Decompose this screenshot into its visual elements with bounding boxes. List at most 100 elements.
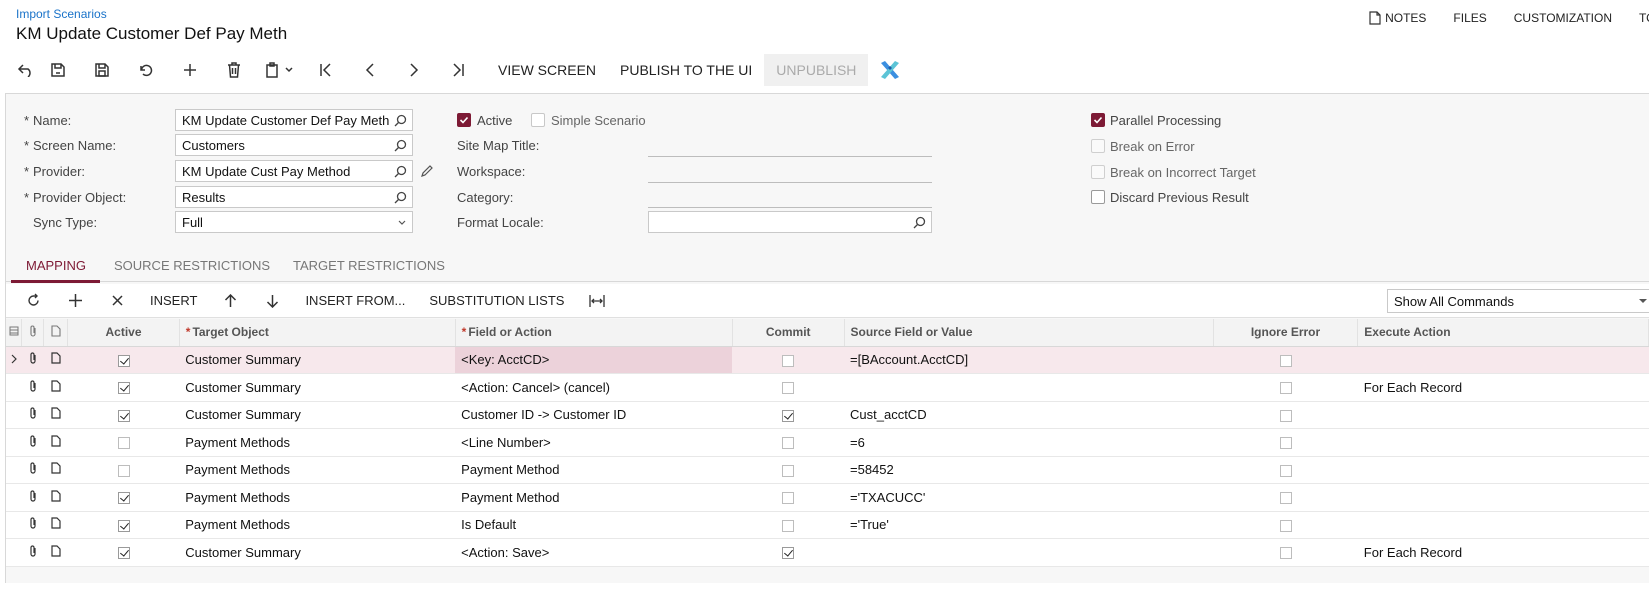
site-map-title-field[interactable] — [648, 156, 932, 157]
source-field-cell[interactable]: Cust_acctCD — [844, 401, 1214, 429]
header-ignore-error[interactable]: Ignore Error — [1213, 319, 1359, 347]
ignore-error-checkbox[interactable] — [1279, 437, 1292, 450]
note-icon[interactable] — [51, 435, 61, 447]
active-cell[interactable] — [67, 483, 180, 512]
break-on-incorrect-target-checkbox[interactable] — [1091, 165, 1105, 179]
grid-settings-icon[interactable] — [9, 326, 19, 336]
refresh-button[interactable] — [12, 286, 54, 316]
row-files-cell[interactable] — [21, 373, 44, 402]
row-notes-cell[interactable] — [43, 373, 68, 402]
header-target-object[interactable]: * Target Object — [179, 319, 456, 347]
ignore-error-cell[interactable] — [1213, 511, 1358, 539]
save-close-button[interactable] — [36, 54, 80, 86]
commit-cell[interactable] — [732, 538, 844, 567]
commit-cell[interactable] — [732, 428, 844, 457]
view-screen-button[interactable]: VIEW SCREEN — [486, 54, 608, 86]
row-notes-cell[interactable] — [43, 511, 68, 539]
last-record-button[interactable] — [436, 54, 480, 86]
header-field-or-action[interactable]: * Field or Action — [455, 319, 733, 347]
paperclip-icon[interactable] — [29, 545, 37, 557]
header-active[interactable]: Active — [67, 319, 180, 347]
tab-mapping[interactable]: MAPPING — [26, 258, 86, 273]
commit-cell[interactable] — [732, 346, 844, 374]
copy-paste-button[interactable] — [256, 54, 304, 86]
simple-scenario-checkbox[interactable] — [531, 113, 545, 127]
commit-cell[interactable] — [732, 456, 844, 484]
commit-checkbox[interactable] — [782, 547, 795, 560]
commit-checkbox[interactable] — [782, 437, 795, 450]
tools-link[interactable]: TOOLS — [1639, 11, 1649, 25]
field-or-action-cell[interactable]: <Line Number> — [455, 428, 733, 457]
format-locale-field[interactable] — [648, 211, 932, 233]
target-object-cell[interactable]: Payment Methods — [179, 428, 456, 457]
ignore-error-checkbox[interactable] — [1279, 464, 1292, 477]
category-field[interactable] — [648, 207, 932, 208]
field-or-action-cell[interactable]: Customer ID -> Customer ID — [455, 401, 733, 429]
header-commit[interactable]: Commit — [732, 319, 845, 347]
active-cell[interactable] — [67, 346, 180, 374]
commit-cell[interactable] — [732, 373, 844, 402]
paperclip-icon[interactable] — [29, 490, 37, 502]
move-up-button[interactable] — [209, 286, 251, 316]
active-cell[interactable] — [67, 456, 180, 484]
header-source-field[interactable]: Source Field or Value — [844, 319, 1214, 347]
field-or-action-cell[interactable]: Payment Method — [455, 456, 733, 484]
active-checkbox[interactable] — [117, 382, 130, 395]
table-row[interactable]: Payment Methods Is Default ='True' — [6, 511, 1649, 539]
row-files-cell[interactable] — [21, 456, 44, 484]
source-field-cell[interactable]: ='True' — [844, 511, 1214, 539]
ignore-error-checkbox[interactable] — [1279, 547, 1292, 560]
source-field-cell[interactable] — [844, 538, 1214, 567]
break-on-error-checkbox[interactable] — [1091, 139, 1105, 153]
target-object-cell[interactable]: Customer Summary — [179, 373, 456, 402]
table-row[interactable]: Customer Summary <Action: Cancel> (cancel… — [6, 373, 1649, 402]
search-icon[interactable] — [913, 216, 926, 229]
row-notes-cell[interactable] — [43, 428, 68, 457]
customization-link[interactable]: CUSTOMIZATION — [1514, 11, 1612, 25]
active-checkbox[interactable] — [117, 354, 130, 367]
active-checkbox[interactable] — [457, 113, 471, 127]
row-files-cell[interactable] — [21, 401, 44, 429]
note-icon[interactable] — [51, 490, 61, 502]
target-object-cell[interactable]: Customer Summary — [179, 346, 456, 374]
row-files-cell[interactable] — [21, 483, 44, 512]
table-row[interactable]: Payment Methods <Line Number> =6 — [6, 428, 1649, 457]
source-field-cell[interactable] — [844, 373, 1214, 402]
show-commands-select[interactable]: Show All Commands — [1387, 289, 1649, 313]
row-selector[interactable] — [6, 511, 22, 539]
ignore-error-checkbox[interactable] — [1279, 409, 1292, 422]
commit-checkbox[interactable] — [782, 519, 795, 532]
breadcrumb[interactable]: Import Scenarios — [16, 7, 107, 21]
paperclip-icon[interactable] — [29, 462, 37, 474]
cancel-button[interactable] — [124, 54, 168, 86]
row-selector[interactable] — [6, 456, 22, 484]
row-selector[interactable] — [6, 373, 22, 402]
execute-action-cell[interactable] — [1357, 346, 1649, 374]
execute-action-cell[interactable]: For Each Record — [1357, 538, 1649, 567]
workspace-field[interactable] — [648, 182, 932, 183]
search-icon[interactable] — [394, 165, 407, 178]
delete-button[interactable] — [212, 54, 256, 86]
row-notes-cell[interactable] — [43, 346, 68, 374]
tab-target-restrictions[interactable]: TARGET RESTRICTIONS — [293, 258, 445, 273]
row-notes-cell[interactable] — [43, 456, 68, 484]
table-row[interactable]: Customer Summary Customer ID -> Customer … — [6, 401, 1649, 429]
ignore-error-cell[interactable] — [1213, 538, 1358, 567]
target-object-cell[interactable]: Payment Methods — [179, 456, 456, 484]
row-files-cell[interactable] — [21, 511, 44, 539]
ignore-error-checkbox[interactable] — [1279, 382, 1292, 395]
execute-action-cell[interactable] — [1357, 456, 1649, 484]
commit-checkbox[interactable] — [782, 409, 795, 422]
commit-checkbox[interactable] — [782, 382, 795, 395]
row-selector[interactable] — [6, 538, 22, 567]
active-cell[interactable] — [67, 511, 180, 539]
row-selector[interactable] — [6, 428, 22, 457]
commit-checkbox[interactable] — [782, 464, 795, 477]
search-icon[interactable] — [394, 191, 407, 204]
insert-button[interactable]: INSERT — [138, 286, 209, 316]
save-button[interactable] — [80, 54, 124, 86]
header-execute-action[interactable]: Execute Action — [1357, 319, 1649, 347]
target-object-cell[interactable]: Payment Methods — [179, 483, 456, 512]
row-notes-cell[interactable] — [43, 483, 68, 512]
row-selector[interactable] — [6, 483, 22, 512]
